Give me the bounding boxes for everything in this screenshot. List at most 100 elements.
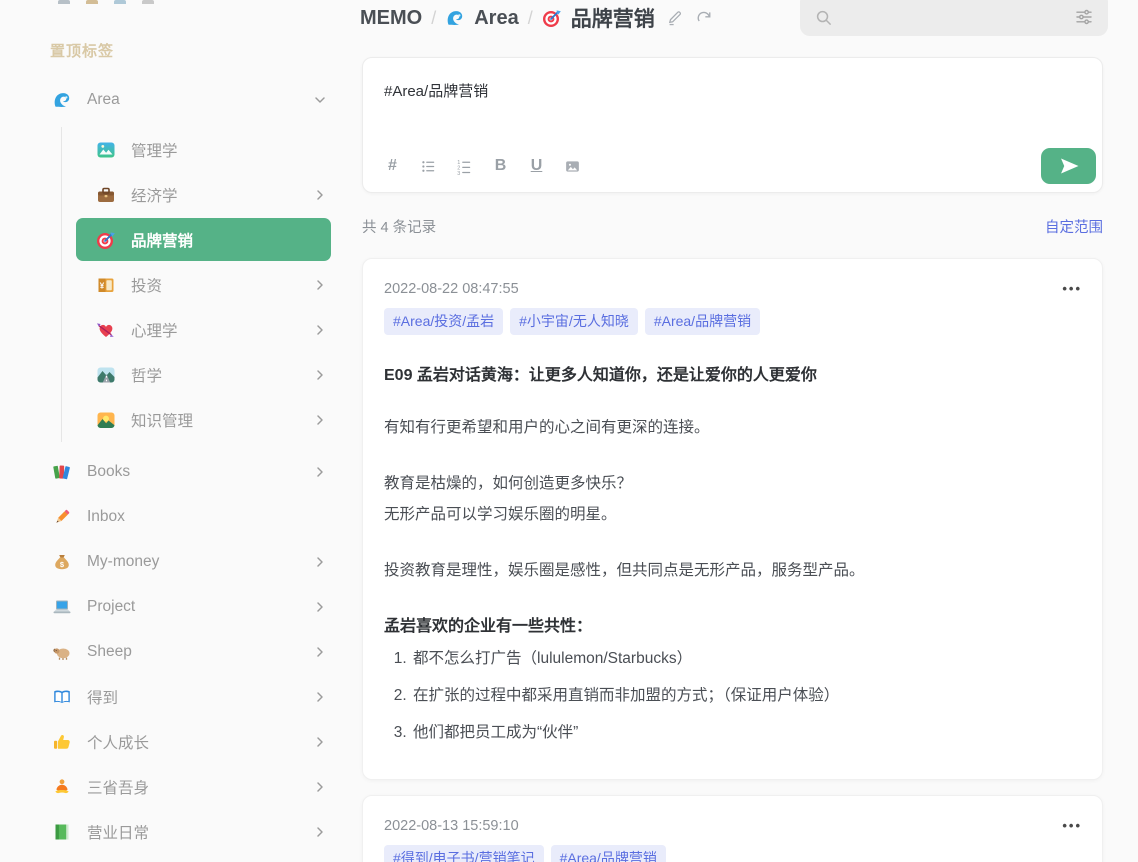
sidebar-item-investment[interactable]: ¥ 投资 [0, 262, 348, 307]
money-bag-icon: $ [52, 552, 72, 572]
sidebar: 置顶标签 Area 管理学经济学品牌营销 ¥ 投资心理学哲学知识管理 Books Inbo… [0, 0, 348, 862]
memo-menu-button[interactable]: ••• [1062, 280, 1082, 298]
target-icon [96, 230, 116, 250]
sidebar-item-project[interactable]: Project [0, 584, 348, 629]
sidebar-item-personal-growth[interactable]: 个人成长 [0, 719, 348, 764]
chevron-down-icon[interactable] [312, 92, 328, 108]
tag-pill[interactable]: #Area/品牌营销 [550, 845, 666, 862]
wave-icon [52, 90, 72, 110]
books-icon [52, 462, 72, 482]
chevron-right-icon[interactable] [312, 367, 328, 383]
sidebar-item-sheep[interactable]: Sheep [0, 629, 348, 674]
memo-heading: E09 孟岩对话黄海：让更多人知道你，还是让爱你的人更爱你 [384, 367, 817, 384]
sidebar-nav: Area 管理学经济学品牌营销 ¥ 投资心理学哲学知识管理 Books Inbox $ My-… [0, 77, 348, 854]
search-bar[interactable] [800, 0, 1108, 37]
memo-heading: 孟岩喜欢的企业有一些共性： [384, 618, 593, 635]
bold-icon[interactable]: B [492, 158, 509, 175]
hashtag-icon[interactable]: # [384, 158, 401, 175]
memo-composer: #Area/品牌营销 #1 2 3 B U [362, 57, 1103, 193]
chevron-right-icon[interactable] [312, 689, 328, 705]
picture-mountain-icon [96, 140, 116, 160]
tag-pill[interactable]: #得到/电子书/营销笔记 [384, 845, 544, 862]
chevron-right-icon[interactable] [312, 824, 328, 840]
sidebar-item-label: 知识管理 [131, 412, 194, 430]
sidebar-item-my-money[interactable]: $ My-money [0, 539, 348, 584]
memo-paragraph: 教育是枯燥的，如何创造更多快乐？ 无形产品可以学习娱乐圈的明星。 [384, 475, 633, 523]
sidebar-item-label: Books [87, 462, 131, 480]
edit-pencil-icon[interactable] [666, 9, 684, 27]
sidebar-item-label: My-money [87, 552, 160, 570]
sidebar-item-philosophy[interactable]: 哲学 [0, 352, 348, 397]
sidebar-item-self-reflection[interactable]: 三省吾身 [0, 764, 348, 809]
chevron-right-icon[interactable] [312, 599, 328, 615]
tag-pill[interactable]: #Area/品牌营销 [644, 308, 761, 335]
search-input[interactable] [833, 0, 1074, 37]
sidebar-item-label: 营业日常 [87, 824, 150, 842]
chevron-right-icon[interactable] [312, 464, 328, 480]
lotus-icon [52, 777, 72, 797]
sidebar-item-label: 心理学 [131, 322, 178, 340]
sidebar-item-dedao[interactable]: 得到 [0, 674, 348, 719]
sidebar-item-brand-marketing[interactable]: 品牌营销 [0, 217, 348, 262]
custom-range-link[interactable]: 自定范围 [1045, 216, 1103, 237]
sidebar-item-psychology[interactable]: 心理学 [0, 307, 348, 352]
laptop-icon [52, 597, 72, 617]
sidebar-item-economics[interactable]: 经济学 [0, 172, 348, 217]
svg-text:3: 3 [457, 171, 460, 175]
tag-pill[interactable]: #Area/投资/孟岩 [384, 308, 504, 335]
sidebar-item-label: 三省吾身 [87, 779, 150, 797]
briefcase-icon [96, 185, 116, 205]
memo-list-item: 都不怎么打广告（lululemon/Starbucks） [411, 644, 1082, 674]
thumbs-up-icon [52, 732, 72, 752]
ordered-list-icon[interactable]: 123 [456, 158, 473, 175]
svg-text:¥: ¥ [100, 281, 105, 290]
sidebar-item-label: Area [87, 90, 120, 108]
chevron-right-icon[interactable] [312, 554, 328, 570]
clipped-content-row [58, 0, 154, 4]
sidebar-item-inbox[interactable]: Inbox [0, 494, 348, 539]
chevron-right-icon[interactable] [312, 412, 328, 428]
memo-tag-row: #得到/电子书/营销笔记 #Area/品牌营销 [384, 845, 1082, 862]
sidebar-item-label: 管理学 [131, 142, 178, 160]
filter-icon[interactable] [1074, 7, 1094, 27]
sidebar-item-books[interactable]: Books [0, 449, 348, 494]
pinned-tags-label: 置顶标签 [50, 43, 115, 60]
tag-pill[interactable]: #小宇宙/无人知晓 [510, 308, 638, 335]
breadcrumb-memo[interactable]: MEMO [360, 7, 422, 30]
chevron-right-icon[interactable] [312, 277, 328, 293]
chevron-right-icon[interactable] [312, 779, 328, 795]
sidebar-item-label: 品牌营销 [131, 232, 194, 250]
ledger-yen-icon: ¥ [96, 275, 116, 295]
memo-card: 2022-08-22 08:47:55 ••• #Area/投资/孟岩 #小宇宙/无人… [362, 258, 1103, 780]
sidebar-item-label: Project [87, 597, 136, 615]
memo-header: 2022-08-13 15:59:10 ••• [384, 816, 1082, 836]
record-count: 共 4 条记录 [362, 220, 437, 236]
wave-icon [445, 8, 465, 28]
memo-list-item: 在扩张的过程中都采用直销而非加盟的方式；（保证用户体验） [411, 681, 1082, 711]
sidebar-item-knowledge-management[interactable]: 知识管理 [0, 397, 348, 442]
composer-toolbar: #1 2 3 B U [384, 146, 1096, 186]
breadcrumb-current-tag[interactable]: 品牌营销 [571, 3, 655, 33]
underline-icon[interactable]: U [528, 158, 545, 175]
chevron-right-icon[interactable] [312, 322, 328, 338]
breadcrumb-separator: / [431, 7, 437, 28]
chevron-right-icon[interactable] [312, 734, 328, 750]
breadcrumb-area[interactable]: Area [474, 7, 518, 30]
green-book-icon [52, 822, 72, 842]
sidebar-item-business-daily[interactable]: 营业日常 [0, 809, 348, 854]
memo-editor[interactable]: #Area/品牌营销 [384, 80, 1082, 101]
sidebar-item-area[interactable]: Area [0, 77, 348, 122]
send-button[interactable] [1041, 148, 1096, 184]
bullet-list-icon[interactable] [420, 158, 437, 175]
memo-ordered-list: 都不怎么打广告（lululemon/Starbucks） 在扩张的过程中都采用直销… [384, 644, 1082, 748]
memo-timestamp: 2022-08-13 15:59:10 [384, 818, 519, 834]
memo-card: 2022-08-13 15:59:10 ••• #得到/电子书/营销笔记 #Area/… [362, 795, 1103, 862]
sidebar-item-management[interactable]: 管理学 [0, 127, 348, 172]
heart-arrow-icon [96, 320, 116, 340]
chevron-right-icon[interactable] [312, 187, 328, 203]
memo-menu-button[interactable]: ••• [1062, 817, 1082, 835]
target-icon [542, 8, 562, 28]
chevron-right-icon[interactable] [312, 644, 328, 660]
refresh-icon[interactable] [695, 9, 713, 27]
image-icon[interactable] [564, 158, 581, 175]
